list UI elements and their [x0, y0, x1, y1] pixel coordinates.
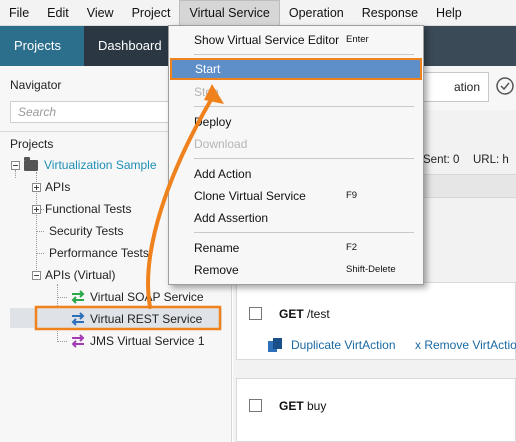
tree-item-security-tests[interactable]: Security Tests: [49, 224, 123, 238]
expand-icon[interactable]: [32, 204, 41, 214]
tree-item-label: Performance Tests: [49, 246, 149, 260]
tree-item-apis[interactable]: APIs: [32, 180, 70, 194]
menu-separator: [194, 106, 414, 107]
tree-item-label: JMS Virtual Service 1: [90, 334, 205, 348]
folder-icon: [24, 156, 38, 171]
duplicate-icon: [268, 338, 282, 352]
duplicate-link[interactable]: Duplicate VirtAction: [267, 337, 396, 353]
rest-arrow-icon: [70, 312, 86, 326]
tree-item-performance-tests[interactable]: Performance Tests: [49, 246, 149, 260]
menu-item-label: Remove: [194, 263, 239, 277]
url-label: URL: h: [473, 154, 509, 166]
menu-item-rename[interactable]: Rename F2: [169, 237, 423, 259]
menu-item-start[interactable]: Start: [170, 58, 422, 80]
jms-arrow-icon: [70, 334, 86, 348]
tree-item-label: Security Tests: [49, 224, 124, 238]
menu-help[interactable]: Help: [427, 0, 471, 26]
menu-operation[interactable]: Operation: [280, 0, 353, 26]
shortcut-label: F9: [346, 190, 358, 201]
virtual-service-menu: Show Virtual Service Editor Enter Start …: [168, 25, 424, 285]
menu-item-stop: Stop: [194, 85, 219, 99]
collapse-icon[interactable]: [32, 270, 41, 280]
action-path: buy: [303, 399, 327, 413]
tree-line: [36, 253, 44, 254]
menu-file[interactable]: File: [0, 0, 38, 26]
project-name: Virtualization Sample: [44, 158, 157, 172]
tree-line: [57, 341, 67, 342]
menu-item-download: Download: [194, 137, 248, 151]
projects-label: Projects: [10, 137, 54, 151]
menu-separator: [194, 54, 414, 55]
tree-item-label: Functional Tests: [45, 202, 132, 216]
action-method: GET /test: [279, 307, 330, 321]
tree-item-virtual-rest[interactable]: Virtual REST Service: [70, 312, 202, 326]
action-path: /test: [303, 307, 330, 321]
menu-item-show-editor[interactable]: Show Virtual Service Editor Enter: [169, 29, 423, 51]
tree-line: [36, 231, 44, 232]
menu-item-deploy[interactable]: Deploy: [169, 111, 423, 133]
menu-virtual-service[interactable]: Virtual Service: [179, 0, 280, 26]
tree-item-apis-virtual[interactable]: APIs (Virtual): [32, 268, 115, 282]
shortcut-label: Shift-Delete: [346, 264, 396, 275]
tree-item-label: Virtual REST Service: [90, 312, 203, 326]
menu-item-label: Rename: [194, 241, 240, 255]
tab-projects[interactable]: Projects: [0, 26, 84, 66]
menu-response[interactable]: Response: [353, 0, 427, 26]
tab-dashboard[interactable]: Dashboard: [84, 26, 170, 66]
soap-arrow-icon: [70, 290, 86, 304]
action-checkbox[interactable]: [249, 399, 262, 412]
menu-edit[interactable]: Edit: [38, 0, 78, 26]
menu-item-label: Clone Virtual Service: [194, 189, 306, 203]
shortcut-label: Enter: [346, 34, 369, 45]
menu-separator: [194, 158, 414, 159]
action-card-get-test: GET /test Duplicate VirtAction x Remove …: [236, 282, 516, 360]
menu-item-remove[interactable]: Remove Shift-Delete: [169, 259, 423, 281]
tree-line: [57, 297, 67, 298]
method-label: GET: [279, 307, 304, 321]
menu-bar: File Edit View Project Virtual Service O…: [0, 0, 516, 26]
navigator-title: Navigator: [10, 78, 62, 92]
expand-icon[interactable]: [32, 182, 41, 192]
menu-project[interactable]: Project: [123, 0, 180, 26]
tree-item-label: APIs: [45, 180, 71, 194]
tree-item-jms[interactable]: JMS Virtual Service 1: [70, 334, 205, 348]
duplicate-label: Duplicate VirtAction: [291, 338, 396, 352]
method-label: GET: [279, 399, 304, 413]
action-card-get-buy: GET buy: [236, 378, 516, 442]
tree-item-functional-tests[interactable]: Functional Tests: [32, 202, 132, 216]
shortcut-label: F2: [346, 242, 358, 253]
menu-item-add-assertion[interactable]: Add Assertion: [169, 207, 423, 229]
sent-count: Sent: 0: [423, 154, 460, 166]
menu-item-add-action[interactable]: Add Action: [169, 163, 423, 185]
menu-separator: [194, 232, 414, 233]
menu-item-label: Show Virtual Service Editor: [194, 33, 340, 47]
tree-item-virtual-soap[interactable]: Virtual SOAP Service: [70, 290, 204, 304]
tree-item-project[interactable]: Virtualization Sample: [11, 156, 157, 172]
collapse-icon[interactable]: [11, 160, 20, 170]
remove-link[interactable]: x Remove VirtAction: [415, 338, 516, 352]
tree-item-label: APIs (Virtual): [45, 268, 116, 282]
check-circle-icon[interactable]: [495, 76, 515, 96]
action-checkbox[interactable]: [249, 307, 262, 320]
menu-item-clone[interactable]: Clone Virtual Service F9: [169, 185, 423, 207]
action-method: GET buy: [279, 399, 326, 413]
tree-item-label: Virtual SOAP Service: [90, 290, 204, 304]
menu-view[interactable]: View: [78, 0, 123, 26]
